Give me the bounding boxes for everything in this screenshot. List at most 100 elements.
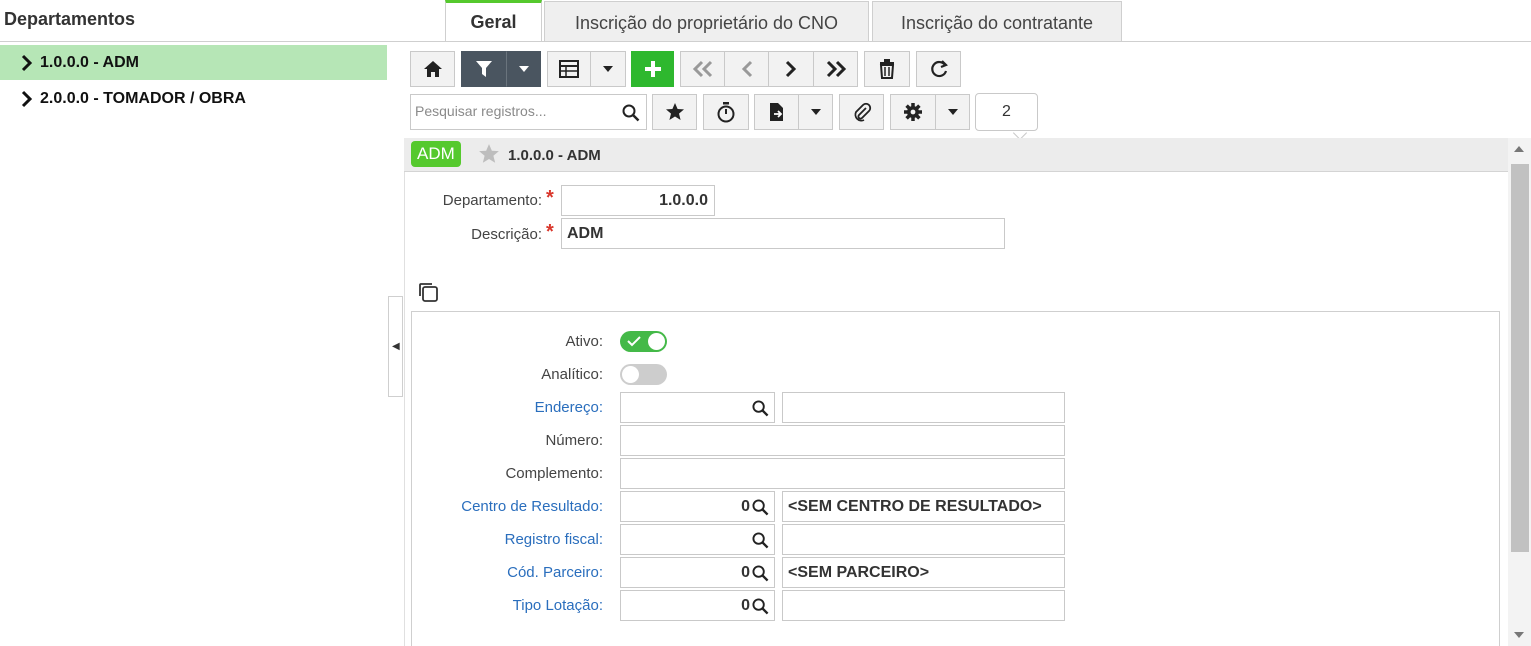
endereco-code-field[interactable] xyxy=(620,392,775,423)
descricao-label: Descrição: xyxy=(471,226,542,243)
refresh-button[interactable] xyxy=(916,51,961,87)
last-icon xyxy=(826,60,846,78)
tipo-lotacao-label[interactable]: Tipo Lotação: xyxy=(513,597,603,614)
tree-item-label: 1.0.0.0 - ADM xyxy=(40,54,139,71)
first-record-button[interactable] xyxy=(680,51,725,87)
cod-parceiro-label[interactable]: Cód. Parceiro: xyxy=(507,564,603,581)
scrollbar-thumb[interactable] xyxy=(1511,164,1529,552)
centro-resultado-desc-field[interactable]: <SEM CENTRO DE RESULTADO> xyxy=(782,491,1065,522)
filter-icon xyxy=(476,61,492,77)
view-grid-button[interactable] xyxy=(547,51,591,87)
tipo-lotacao-code: 0 xyxy=(741,597,750,614)
caret-down-icon xyxy=(947,109,958,115)
vertical-scrollbar[interactable] xyxy=(1508,138,1531,646)
settings-button[interactable] xyxy=(890,94,936,130)
descricao-value: ADM xyxy=(567,225,604,242)
record-count: 2 xyxy=(975,93,1038,131)
search-icon[interactable] xyxy=(752,565,769,582)
departamento-label: Departamento: xyxy=(442,192,542,209)
record-title: 1.0.0.0 - ADM xyxy=(508,147,601,164)
registro-fiscal-label[interactable]: Registro fiscal: xyxy=(505,531,603,548)
refresh-icon xyxy=(930,60,948,78)
centro-resultado-label[interactable]: Centro de Resultado: xyxy=(461,498,603,515)
last-record-button[interactable] xyxy=(813,51,858,87)
tipo-lotacao-desc-field[interactable] xyxy=(782,590,1065,621)
search-input[interactable] xyxy=(415,103,615,119)
plus-icon xyxy=(644,61,661,77)
departamento-value: 1.0.0.0 xyxy=(659,192,708,209)
search-icon[interactable] xyxy=(752,400,769,417)
attachments-button[interactable] xyxy=(839,94,884,130)
numero-label: Número: xyxy=(545,432,603,449)
analitico-toggle[interactable] xyxy=(620,364,667,385)
centro-resultado-code: 0 xyxy=(741,498,750,515)
home-icon xyxy=(423,61,442,77)
prev-icon xyxy=(741,60,752,78)
endereco-desc-field[interactable] xyxy=(782,392,1065,423)
search-icon[interactable] xyxy=(622,104,640,122)
centro-resultado-code-field[interactable]: 0 xyxy=(620,491,775,522)
home-button[interactable] xyxy=(410,51,455,87)
descricao-field[interactable]: ADM xyxy=(561,218,1005,249)
view-dropdown-button[interactable] xyxy=(590,51,626,87)
record-badge: ADM xyxy=(411,141,461,167)
filter-dropdown-button[interactable] xyxy=(506,51,541,87)
caret-left-icon: ◀ xyxy=(392,341,400,352)
cod-parceiro-code-field[interactable]: 0 xyxy=(620,557,775,588)
complemento-field[interactable] xyxy=(620,458,1065,489)
numero-field[interactable] xyxy=(620,425,1065,456)
centro-resultado-desc: <SEM CENTRO DE RESULTADO> xyxy=(788,498,1042,515)
cod-parceiro-desc-field[interactable]: <SEM PARCEIRO> xyxy=(782,557,1065,588)
caret-down-icon xyxy=(810,109,821,115)
toggle-knob xyxy=(648,333,665,350)
trash-icon xyxy=(879,59,895,79)
scroll-down-icon[interactable] xyxy=(1514,632,1524,638)
copy-icon[interactable] xyxy=(417,281,439,303)
tab-geral[interactable]: Geral xyxy=(445,0,542,41)
tab-contratante[interactable]: Inscrição do contratante xyxy=(872,1,1122,41)
timer-icon xyxy=(717,102,735,123)
export-dropdown-button[interactable] xyxy=(798,94,833,130)
tree-item-tomador-obra[interactable]: 2.0.0.0 - TOMADOR / OBRA xyxy=(0,81,387,116)
search-icon[interactable] xyxy=(752,598,769,615)
cod-parceiro-desc: <SEM PARCEIRO> xyxy=(788,564,930,581)
departamento-field[interactable]: 1.0.0.0 xyxy=(561,185,715,216)
next-record-button[interactable] xyxy=(768,51,814,87)
department-tree: 1.0.0.0 - ADM 2.0.0.0 - TOMADOR / OBRA xyxy=(0,44,388,646)
filter-button[interactable] xyxy=(461,51,507,87)
add-record-button[interactable] xyxy=(631,51,674,87)
endereco-label[interactable]: Endereço: xyxy=(535,399,603,416)
delete-button[interactable] xyxy=(864,51,910,87)
previous-record-button[interactable] xyxy=(724,51,769,87)
cod-parceiro-code: 0 xyxy=(741,564,750,581)
toggle-knob xyxy=(622,366,639,383)
tree-item-adm[interactable]: 1.0.0.0 - ADM xyxy=(0,45,387,80)
tipo-lotacao-code-field[interactable]: 0 xyxy=(620,590,775,621)
favorites-button[interactable] xyxy=(652,94,697,130)
search-icon[interactable] xyxy=(752,499,769,516)
first-icon xyxy=(692,60,712,78)
favorite-star-icon[interactable] xyxy=(478,143,500,165)
caret-down-icon xyxy=(603,66,613,72)
tab-proprietario-cno[interactable]: Inscrição do proprietário do CNO xyxy=(544,1,869,41)
ativo-toggle[interactable] xyxy=(620,331,667,352)
settings-dropdown-button[interactable] xyxy=(935,94,970,130)
export-button[interactable] xyxy=(754,94,799,130)
page-title: Departamentos xyxy=(4,9,136,29)
check-icon xyxy=(627,336,641,347)
registro-fiscal-desc-field[interactable] xyxy=(782,524,1065,555)
ativo-label: Ativo: xyxy=(565,333,603,350)
required-asterisk: * xyxy=(546,221,554,243)
analitico-label: Analítico: xyxy=(541,366,603,383)
next-icon xyxy=(785,60,797,78)
scroll-up-icon[interactable] xyxy=(1514,146,1524,152)
registro-fiscal-code-field[interactable] xyxy=(620,524,775,555)
gear-icon xyxy=(904,103,922,121)
export-icon xyxy=(769,103,783,121)
timer-button[interactable] xyxy=(703,94,749,130)
chevron-right-icon xyxy=(21,54,33,72)
tree-item-label: 2.0.0.0 - TOMADOR / OBRA xyxy=(40,90,246,107)
record-header: ADM 1.0.0.0 - ADM xyxy=(404,138,1508,172)
search-icon[interactable] xyxy=(752,532,769,549)
collapse-tree-handle[interactable]: ◀ xyxy=(388,296,403,397)
